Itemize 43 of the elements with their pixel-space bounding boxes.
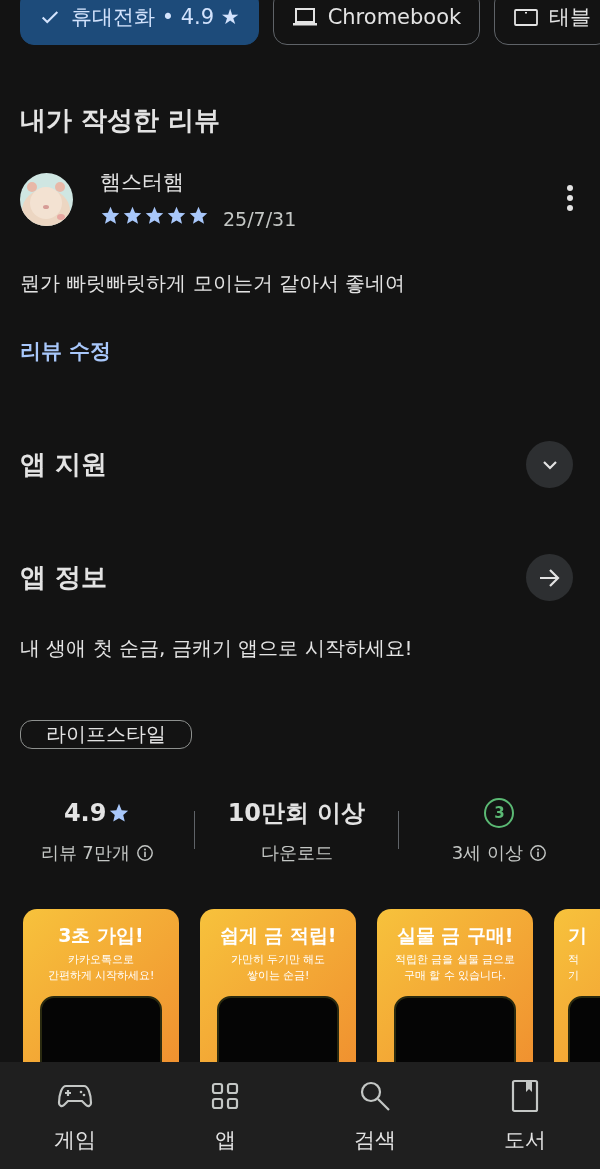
star-icon [188,204,209,226]
more-vert-icon [566,183,574,212]
star-icon [122,204,143,226]
info-icon[interactable] [135,844,154,862]
nav-item[interactable]: 검색 [300,1062,450,1169]
stat-label: 리뷰 7만개 [40,841,130,865]
app-description: 내 생애 첫 순금, 금캐기 앱으로 시작하세요! [20,635,414,662]
star-icon [144,204,165,226]
screenshot-title: 쉽게 금 적립! [219,923,337,948]
category-chip[interactable]: 라이프스타일 [20,720,192,749]
screenshot-title: 3초 가입! [58,923,144,948]
screenshot-title: 실물 금 구매! [396,923,514,948]
tablet-icon [513,6,540,28]
book-icon [511,1078,539,1114]
reviewer-name: 햄스터햄 [100,169,185,196]
section-title: 앱 지원 [20,448,108,481]
open-button[interactable] [526,554,573,601]
screenshot-title: 기 [568,923,587,948]
review-text: 뭔가 빠릿빠릿하게 모이는거 같아서 좋네여 [20,270,407,297]
nav-item[interactable]: 도서 [450,1062,600,1169]
stat-value: 10만회 이상 [227,798,366,829]
screenshot-caption: 가만히 두기만 해도 쌓이는 순금! [230,952,326,984]
device-chip[interactable]: 휴대전화 • 4.9 ★ [20,0,259,45]
screenshot-caption: 적립한 금을 실물 금으로 구매 할 수 있습니다. [394,952,516,984]
nav-item[interactable]: 앱 [150,1062,300,1169]
edit-review-link[interactable]: 리뷰 수정 [20,337,112,365]
stat-label: 다운로드 [260,841,333,865]
stat-value: 4.9 [63,795,131,831]
review-date: 25/7/31 [223,208,297,230]
screenshot-caption: 적 기 [568,952,579,984]
stat-label: 3세 이상 [451,841,523,865]
device-chip[interactable]: Chromebook [272,0,481,45]
info-icon[interactable] [528,844,547,862]
nav-item[interactable]: 게임 [0,1062,150,1169]
chevron-down-icon [541,459,558,470]
section-title: 앱 정보 [20,561,108,594]
section-title: 내가 작성한 리뷰 [20,104,222,137]
arrow-right-icon [538,567,561,588]
laptop-icon [291,6,318,28]
star-icon [100,204,121,226]
star-icon [166,204,187,226]
age-rating-badge: 3 [484,798,515,828]
screenshot-caption: 카카오톡으로 간편하게 시작하세요! [47,952,155,984]
